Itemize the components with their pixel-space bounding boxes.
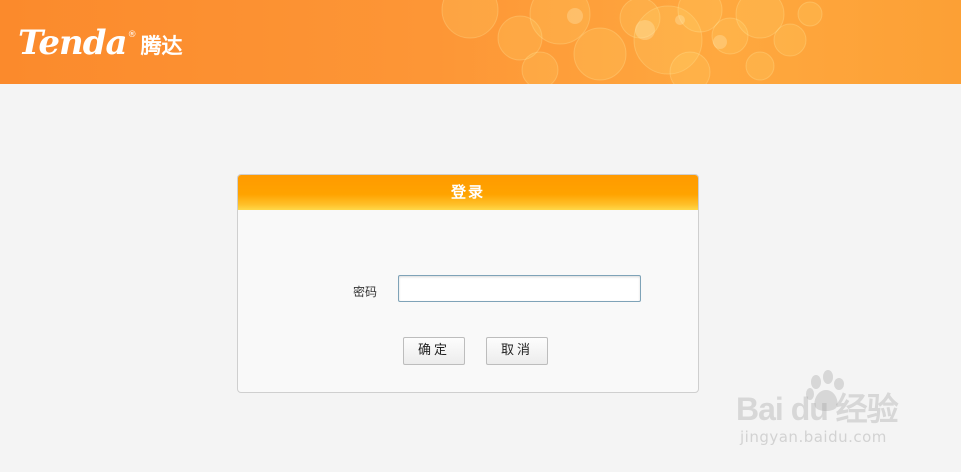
- cancel-button[interactable]: 取消: [486, 337, 548, 365]
- baidu-watermark: Bai du 经验 jingyan.baidu.com: [734, 368, 934, 458]
- password-input[interactable]: [398, 275, 641, 302]
- logo-brand-text: Tenda: [18, 23, 128, 63]
- confirm-button[interactable]: 确定: [403, 337, 465, 365]
- login-panel: 登录 密码 确定 取消: [237, 174, 699, 393]
- logo-brand-chinese: 腾达: [140, 34, 183, 58]
- tenda-logo: Tenda ® 腾达: [18, 24, 183, 60]
- header-banner: Tenda ® 腾达: [0, 0, 961, 84]
- password-label: 密码: [353, 285, 378, 299]
- watermark-url: jingyan.baidu.com: [740, 428, 887, 446]
- login-title: 登录: [238, 175, 698, 210]
- baidu-paw-icon: [806, 370, 844, 411]
- logo-registered-mark: ®: [127, 30, 137, 40]
